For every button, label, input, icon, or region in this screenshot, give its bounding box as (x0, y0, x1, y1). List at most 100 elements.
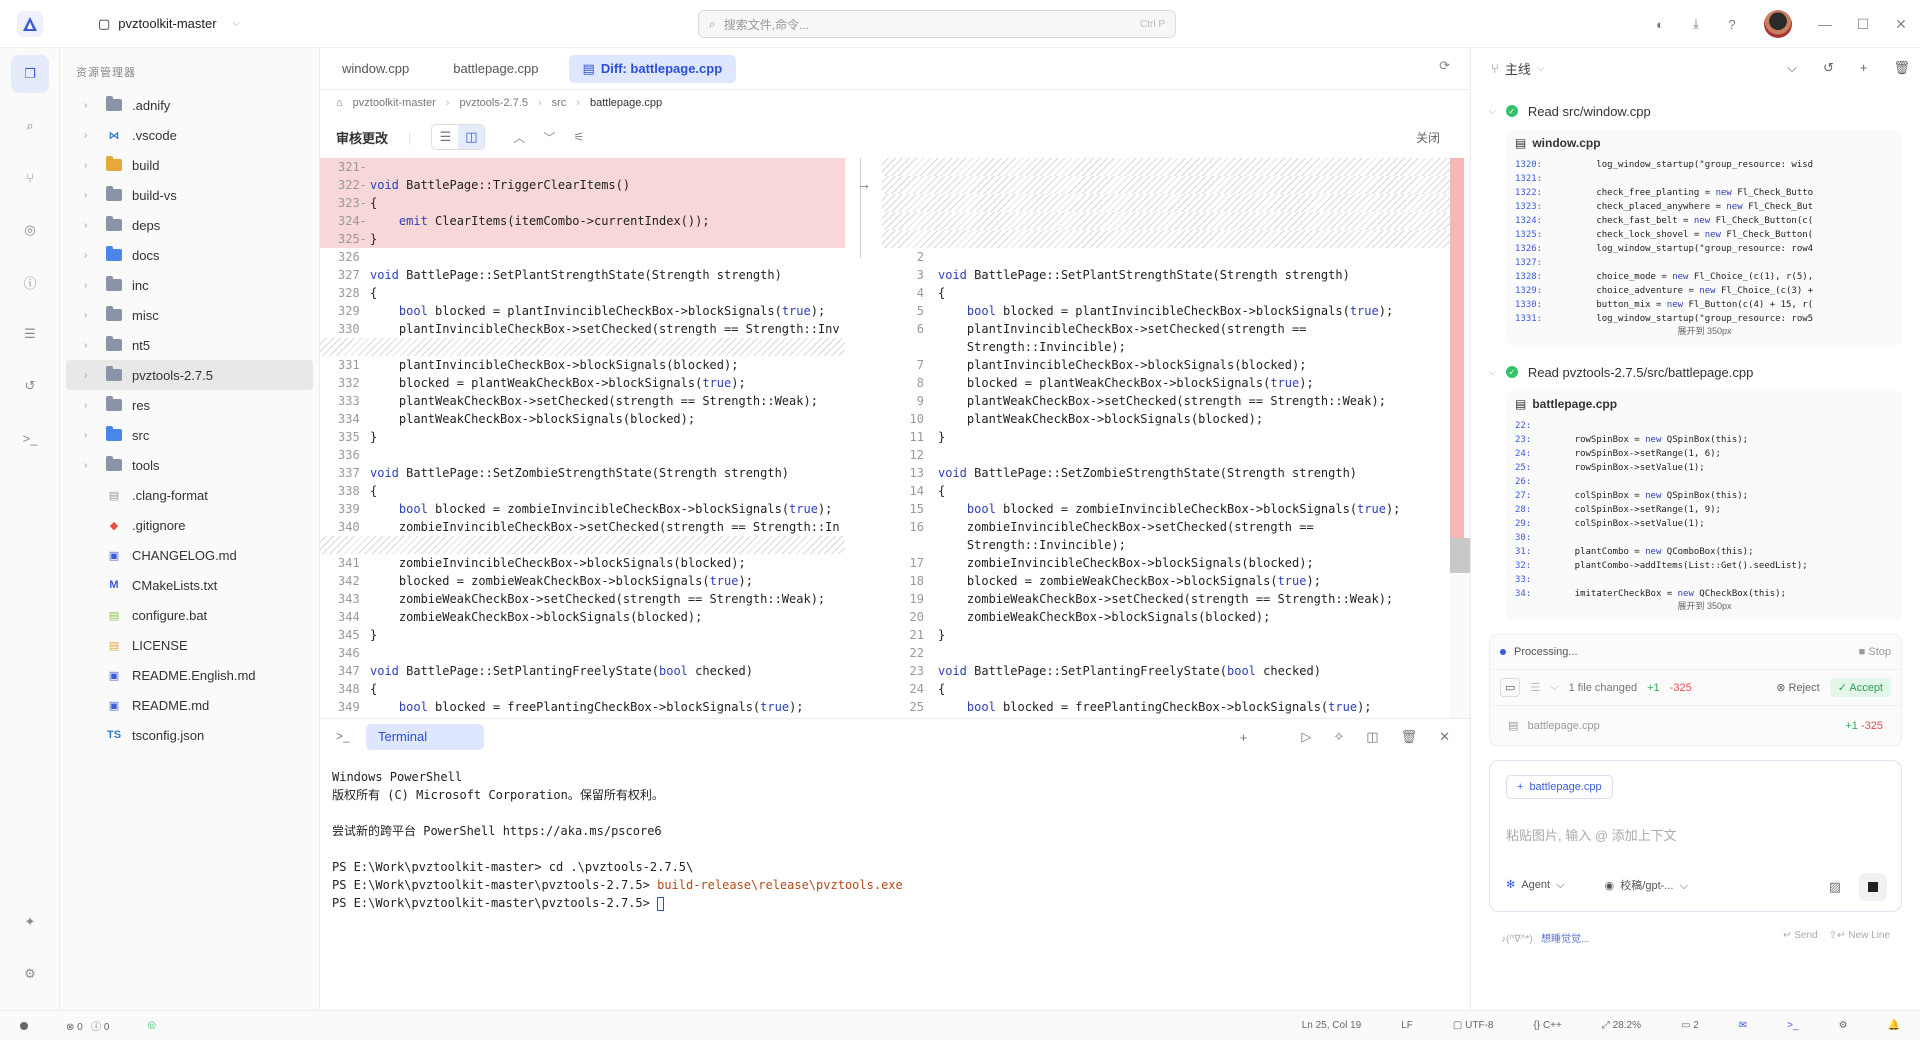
terminal-tab[interactable]: Terminal (366, 723, 484, 750)
add-terminal-icon[interactable]: + (1240, 730, 1248, 745)
model-selector[interactable]: ◉ 校稿/gpt-... ⌵ (1605, 877, 1688, 893)
tool-call-header[interactable]: ⌵ ✓ Read pvztools-2.7.5/src/battlepage.c… (1489, 359, 1902, 385)
accept-button[interactable]: ✓ Accept (1829, 678, 1891, 697)
folder-item[interactable]: › pvztools-2.7.5 (66, 360, 313, 390)
gear-icon[interactable]: ⚙ (1839, 1020, 1848, 1031)
bell-icon[interactable]: 🔔 (1888, 1020, 1900, 1031)
file-item[interactable]: ▣ README.md (66, 690, 313, 720)
image-icon[interactable]: ▨ (1829, 879, 1841, 895)
project-selector[interactable]: ▢ pvztoolkit-master ⌵ (98, 16, 240, 32)
palette-icon[interactable]: ◐ (1642, 0, 1678, 48)
folder-item[interactable]: › docs (66, 240, 313, 270)
diff-scrollbar[interactable] (1450, 158, 1470, 718)
close-terminal-icon[interactable]: ✕ (1439, 729, 1450, 745)
eol-indicator[interactable]: LF (1401, 1020, 1413, 1031)
folder-item[interactable]: › tools (66, 450, 313, 480)
extensions-activity[interactable]: ◎ (0, 204, 60, 256)
file-item[interactable]: M CMakeLists.txt (66, 570, 313, 600)
breadcrumb-item[interactable]: src (552, 97, 567, 109)
history-icon[interactable]: ↺ (1823, 60, 1834, 76)
maximize-button[interactable]: ☐ (1844, 0, 1882, 48)
folder-item[interactable]: › .adnify (66, 90, 313, 120)
folder-item[interactable]: › misc (66, 300, 313, 330)
errors-indicator[interactable]: ⊗ 0 ⓘ 0 (66, 1018, 109, 1033)
folder-item[interactable]: › build (66, 150, 313, 180)
context-chip[interactable]: + battlepage.cpp (1506, 775, 1613, 799)
split-view-icon[interactable]: ◫ (458, 125, 485, 149)
stop-button[interactable]: ■ Stop (1859, 646, 1891, 658)
avatar[interactable] (1764, 10, 1792, 38)
sync-ok-icon[interactable]: ◎ (147, 1020, 156, 1031)
home-icon[interactable]: ⌂ (336, 97, 343, 109)
mode-selector[interactable]: ✻ Agent ⌵ (1506, 878, 1565, 892)
folder-item[interactable]: › deps (66, 210, 313, 240)
ai-activity[interactable]: ✦ (0, 896, 60, 948)
file-item[interactable]: ▤ configure.bat (66, 600, 313, 630)
split-terminal-icon[interactable]: ◫ (1366, 729, 1378, 745)
status-dot-icon[interactable] (20, 1021, 28, 1030)
folder-item[interactable]: › build-vs (66, 180, 313, 210)
chevron-down-icon[interactable]: ⌵ (1550, 681, 1558, 694)
trash-icon[interactable]: 🗑 (1401, 729, 1418, 745)
new-chat-icon[interactable]: + (1860, 60, 1868, 76)
encoding-indicator[interactable]: ▢ UTF-8 (1453, 1020, 1494, 1031)
folder-item[interactable]: › ⋈ .vscode (66, 120, 313, 150)
list-icon[interactable]: ☰ (1530, 681, 1540, 694)
file-item[interactable]: ▤ LICENSE (66, 630, 313, 660)
chat-composer[interactable]: + battlepage.cpp 粘贴图片, 输入 @ 添加上下文 ✻ Agent… (1489, 760, 1902, 912)
explorer-activity[interactable]: ❐ (0, 48, 60, 100)
folder-item[interactable]: › src (66, 420, 313, 450)
cursor-position[interactable]: Ln 25, Col 19 (1302, 1020, 1362, 1031)
file-item[interactable]: ▣ CHANGELOG.md (66, 540, 313, 570)
folder-item[interactable]: › inc (66, 270, 313, 300)
collapse-chevron-icon[interactable]: ⌵ (1787, 60, 1797, 76)
zoom-indicator[interactable]: ⤢ 28.2% (1602, 1020, 1641, 1031)
git-activity[interactable]: ⑂ (0, 152, 60, 204)
stop-generation-button[interactable] (1859, 873, 1887, 901)
changed-file-row[interactable]: ▤ battlepage.cpp +1 -325 (1490, 705, 1901, 745)
tab-battlepage-cpp[interactable]: battlepage.cpp (439, 55, 552, 83)
refresh-icon[interactable]: ⟳ (1439, 58, 1450, 74)
problems-activity[interactable]: ⓘ (0, 256, 60, 308)
terminal-icon[interactable]: >_ (1787, 1020, 1798, 1031)
folder-icon[interactable]: ▭ (1500, 678, 1521, 697)
next-change-icon[interactable]: ﹀ (543, 129, 555, 146)
language-indicator[interactable]: {} C++ (1533, 1020, 1561, 1031)
breadcrumb-current[interactable]: battlepage.cpp (590, 97, 662, 109)
file-item[interactable]: TS tsconfig.json (66, 720, 313, 750)
notification-icon[interactable]: ✉ (1739, 1020, 1747, 1031)
trash-icon[interactable]: 🗑 (1893, 60, 1910, 76)
minimize-button[interactable]: — (1806, 0, 1844, 48)
settings-activity[interactable]: ⚙ (0, 948, 60, 1000)
folder-item[interactable]: › nt5 (66, 330, 313, 360)
command-search[interactable]: ⌕ 搜索文件,命令... Ctrl P (698, 10, 1176, 38)
breadcrumb-item[interactable]: pvztools-2.7.5 (459, 97, 527, 109)
run-icon[interactable]: ▷ (1301, 729, 1311, 745)
diff-options-icon[interactable]: ⚟ (573, 130, 584, 144)
tool-call-header[interactable]: ⌵ ✓ Read src/window.cpp (1489, 98, 1902, 124)
terminal-output[interactable]: Windows PowerShell 版权所有 (C) Microsoft Cor… (332, 768, 1462, 912)
file-item[interactable]: ◆ .gitignore (66, 510, 313, 540)
search-activity[interactable]: ⌕ (0, 100, 60, 152)
outline-activity[interactable]: ☰ (0, 308, 60, 360)
history-activity[interactable]: ↺ (0, 360, 60, 412)
tab-diff-battlepage[interactable]: ▤ Diff: battlepage.cpp (568, 54, 737, 83)
download-icon[interactable]: ⤓ (1678, 0, 1714, 48)
comments-indicator[interactable]: ▭ 2 (1681, 1020, 1699, 1031)
file-item[interactable]: ▤ .clang-format (66, 480, 313, 510)
arrow-right-icon[interactable]: → (857, 176, 871, 192)
inline-view-icon[interactable]: ☰ (432, 125, 458, 149)
branch-selector[interactable]: 主线 (1505, 59, 1531, 78)
folder-item[interactable]: › res (66, 390, 313, 420)
close-window-button[interactable]: ✕ (1882, 0, 1920, 48)
tab-window-cpp[interactable]: window.cpp (328, 55, 423, 83)
terminal-activity[interactable]: >_ (0, 412, 60, 464)
close-review-button[interactable]: 关闭 (1416, 129, 1440, 146)
previous-change-icon[interactable]: ︿ (513, 129, 525, 146)
sparkle-icon[interactable]: ✧ (1333, 729, 1344, 745)
breadcrumb-item[interactable]: pvztoolkit-master (353, 97, 436, 109)
help-icon[interactable]: ? (1714, 0, 1750, 48)
scroll-thumb[interactable] (1450, 538, 1470, 573)
file-item[interactable]: ▣ README.English.md (66, 660, 313, 690)
reject-button[interactable]: ⊗ Reject (1776, 681, 1819, 694)
